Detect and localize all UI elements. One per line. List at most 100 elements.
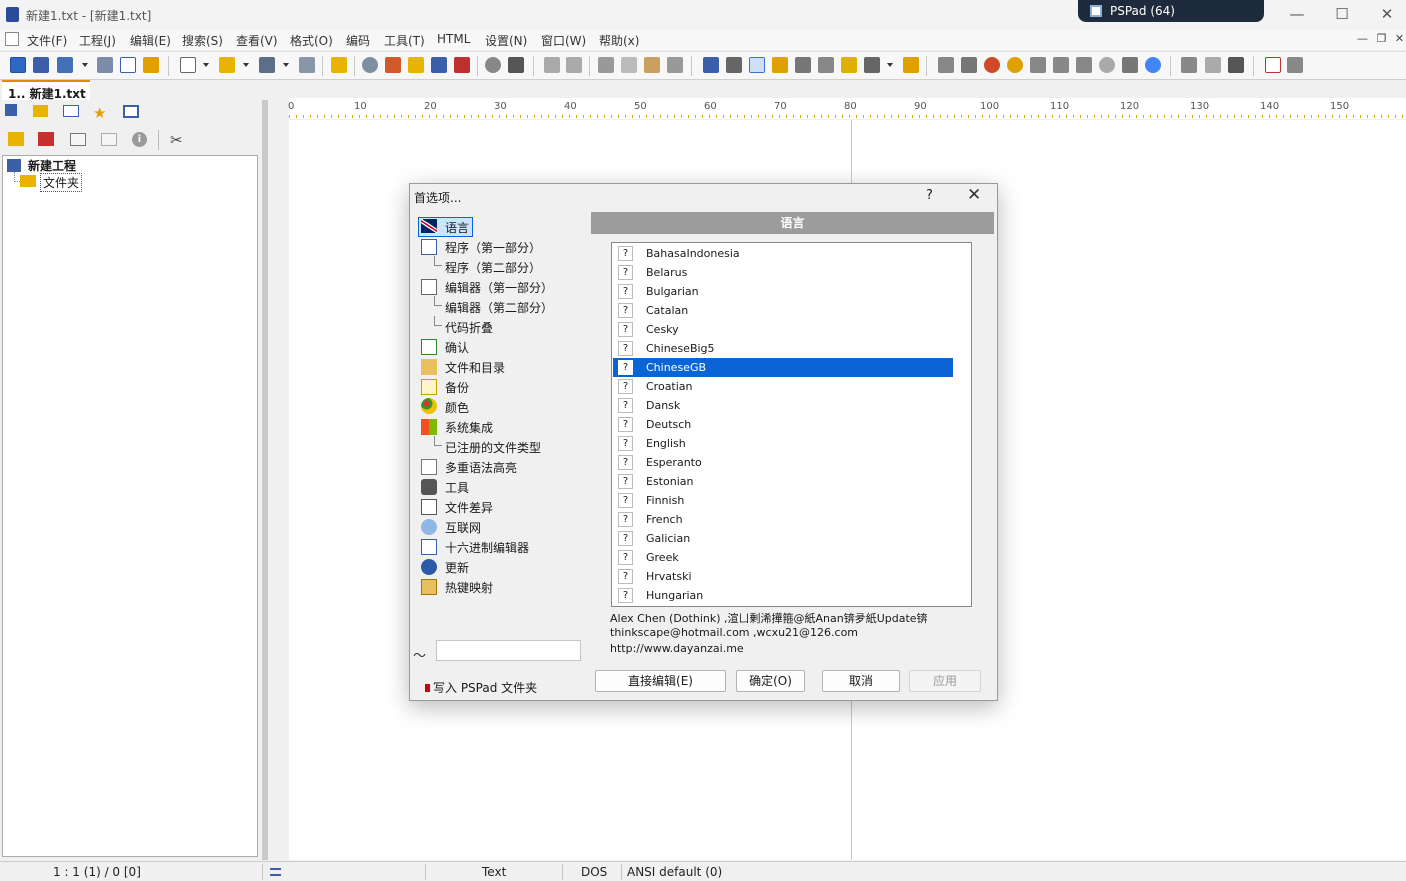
info-icon[interactable]: i bbox=[132, 132, 147, 147]
clip-icon[interactable] bbox=[143, 57, 159, 73]
nav-item-program-2[interactable]: 程序（第二部分） bbox=[445, 259, 541, 276]
help-button[interactable]: ? bbox=[926, 188, 933, 203]
status-line-ending[interactable]: DOS bbox=[581, 865, 607, 879]
menu-file[interactable]: 文件(F) bbox=[27, 32, 67, 49]
open-folder-icon[interactable] bbox=[219, 57, 235, 73]
folder-tab-icon[interactable] bbox=[33, 105, 48, 117]
copy-icon[interactable] bbox=[621, 57, 637, 73]
delete-icon[interactable] bbox=[667, 57, 683, 73]
nav-item-update[interactable]: 更新 bbox=[445, 559, 469, 576]
list-item[interactable]: ? Deutsch bbox=[613, 415, 953, 434]
mdi-restore-button[interactable]: ❐ bbox=[1375, 32, 1388, 45]
nav-item-registered-types[interactable]: 已注册的文件类型 bbox=[445, 439, 541, 456]
dialog-close-button[interactable]: ✕ bbox=[967, 185, 981, 205]
nav-item-backup[interactable]: 备份 bbox=[445, 379, 469, 396]
bookmark-icon[interactable] bbox=[454, 57, 470, 73]
list-item[interactable]: ? ChineseBig5 bbox=[613, 339, 953, 358]
chevron-down-icon[interactable] bbox=[203, 63, 209, 67]
apply-button[interactable]: 应用 bbox=[909, 670, 981, 692]
nav-item-hotkeys[interactable]: 热键映射 bbox=[445, 579, 493, 596]
menu-project[interactable]: 工程(J) bbox=[79, 32, 116, 49]
nav-item-editor-1[interactable]: 编辑器（第一部分） bbox=[445, 279, 553, 296]
print-icon[interactable] bbox=[508, 57, 524, 73]
replace-icon[interactable] bbox=[385, 57, 401, 73]
list-item[interactable]: ? Finnish bbox=[613, 491, 953, 510]
nav-item-editor-2[interactable]: 编辑器（第二部分） bbox=[445, 299, 553, 316]
code-explorer-icon[interactable] bbox=[818, 57, 834, 73]
paste-icon[interactable] bbox=[644, 57, 660, 73]
close-tag-icon[interactable] bbox=[1076, 57, 1092, 73]
list-item[interactable]: ? Greek bbox=[613, 548, 953, 567]
close-window-button[interactable]: ✕ bbox=[1377, 5, 1397, 23]
favorites-star-icon[interactable]: ★ bbox=[93, 104, 106, 122]
menu-settings[interactable]: 设置(N) bbox=[485, 32, 527, 49]
web-globe-icon[interactable] bbox=[1099, 57, 1115, 73]
list-item[interactable]: ? Dansk bbox=[613, 396, 953, 415]
line-numbers-icon[interactable] bbox=[749, 57, 765, 73]
window-list-icon[interactable] bbox=[57, 57, 73, 73]
nav-item-internet[interactable]: 互联网 bbox=[445, 519, 481, 536]
nav-item-hex-editor[interactable]: 十六进制编辑器 bbox=[445, 539, 529, 556]
mdi-minimize-button[interactable]: — bbox=[1356, 32, 1369, 45]
ftp-tab-icon[interactable] bbox=[63, 105, 79, 117]
nav-item-tools[interactable]: 工具 bbox=[445, 479, 469, 496]
mdi-close-button[interactable]: ✕ bbox=[1393, 32, 1406, 45]
cascade-windows-icon[interactable] bbox=[33, 57, 49, 73]
indent-icon[interactable] bbox=[938, 57, 954, 73]
list-item[interactable]: ? Galician bbox=[613, 529, 953, 548]
menu-help[interactable]: 帮助(x) bbox=[599, 32, 639, 49]
save-all-icon[interactable] bbox=[299, 57, 315, 73]
pilcrow-icon[interactable] bbox=[726, 57, 742, 73]
log-window-icon[interactable] bbox=[120, 57, 136, 73]
redo-icon[interactable] bbox=[566, 57, 582, 73]
direct-edit-button[interactable]: 直接编辑(E) bbox=[595, 670, 726, 692]
chevron-down-icon[interactable] bbox=[82, 63, 88, 67]
chevron-down-icon[interactable] bbox=[243, 63, 249, 67]
list-item[interactable]: ? Cesky bbox=[613, 320, 953, 339]
nav-item-confirm[interactable]: 确认 bbox=[445, 339, 469, 356]
menu-html[interactable]: HTML bbox=[437, 32, 470, 46]
list-item[interactable]: ? Croatian bbox=[613, 377, 953, 396]
preview-icon[interactable] bbox=[485, 57, 501, 73]
search-in-files-icon[interactable] bbox=[408, 57, 424, 73]
save-icon[interactable] bbox=[259, 57, 275, 73]
outdent-icon[interactable] bbox=[961, 57, 977, 73]
tree-project-node[interactable]: 新建工程 bbox=[28, 157, 76, 174]
spell-check-icon[interactable] bbox=[864, 57, 880, 73]
list-item[interactable]: ? Belarus bbox=[613, 263, 953, 282]
add-folder-icon[interactable] bbox=[8, 132, 24, 146]
hex-icon[interactable] bbox=[1205, 57, 1221, 73]
menu-view[interactable]: 查看(V) bbox=[236, 32, 278, 49]
tree-folder-node[interactable]: 文件夹 bbox=[40, 173, 83, 192]
language-list[interactable]: ? BahasaIndonesia ? Belarus ? Bulgarian ? Ca… bbox=[611, 242, 972, 607]
new-file-icon[interactable] bbox=[180, 57, 196, 73]
menu-format[interactable]: 格式(O) bbox=[290, 32, 333, 49]
list-item[interactable]: ? BahasaIndonesia bbox=[613, 244, 953, 263]
nav-item-system-integration[interactable]: 系统集成 bbox=[445, 419, 493, 436]
cut-icon[interactable] bbox=[598, 57, 614, 73]
document-tab[interactable]: 1.. 新建1.txt bbox=[2, 80, 90, 101]
color-picker-icon[interactable] bbox=[984, 57, 1000, 73]
menu-search[interactable]: 搜索(S) bbox=[182, 32, 223, 49]
macro-icon[interactable] bbox=[1287, 57, 1303, 73]
remove-folder-icon[interactable] bbox=[38, 132, 54, 146]
undo-icon[interactable] bbox=[544, 57, 560, 73]
run-icon[interactable] bbox=[1181, 57, 1197, 73]
palette-icon[interactable] bbox=[1007, 57, 1023, 73]
wrap-mode-icon[interactable] bbox=[270, 868, 281, 876]
column-select-icon[interactable] bbox=[772, 57, 788, 73]
status-mode[interactable]: Text bbox=[482, 865, 506, 879]
windows-tab-icon[interactable] bbox=[123, 105, 139, 118]
ok-button[interactable]: 确定(O) bbox=[736, 670, 805, 692]
list-item[interactable]: ? French bbox=[613, 510, 953, 529]
list-item[interactable]: ? Hungarian bbox=[613, 586, 953, 605]
project-icon[interactable] bbox=[97, 57, 113, 73]
status-encoding[interactable]: ANSI default (0) bbox=[627, 865, 722, 879]
folder-up-icon[interactable] bbox=[101, 133, 117, 146]
search-icon[interactable] bbox=[362, 57, 378, 73]
chevron-down-icon[interactable] bbox=[283, 63, 289, 67]
nav-item-colors[interactable]: 颜色 bbox=[445, 399, 469, 416]
nav-item-code-folding[interactable]: 代码折叠 bbox=[445, 319, 493, 336]
menu-encoding[interactable]: 编码 bbox=[346, 32, 370, 49]
list-item[interactable]: ? Esperanto bbox=[613, 453, 953, 472]
